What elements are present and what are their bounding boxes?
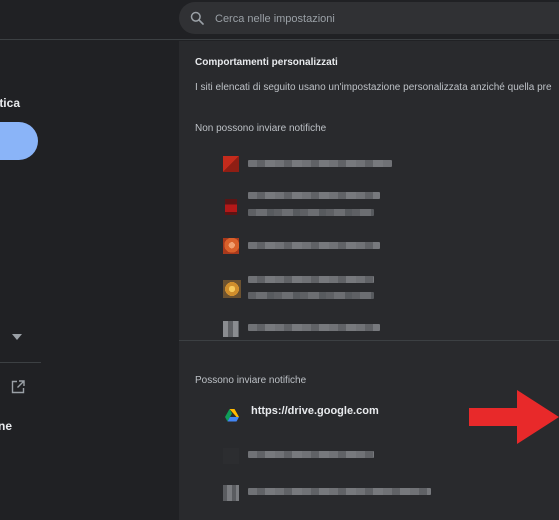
- google-drive-icon: [225, 409, 239, 422]
- search-icon: [190, 11, 204, 25]
- settings-card: Comportamenti personalizzati I siti elen…: [179, 41, 559, 520]
- sidebar: tica ne: [0, 41, 179, 520]
- blocked-site-row[interactable]: [195, 266, 559, 306]
- blocked-site-row[interactable]: [195, 142, 559, 182]
- blocked-site-row[interactable]: [195, 224, 559, 264]
- site-favicon-icon: [225, 199, 237, 215]
- site-url: [248, 488, 431, 495]
- section-divider: [179, 340, 559, 341]
- sidebar-item-label: tica: [0, 96, 20, 110]
- site-url: [248, 276, 374, 283]
- site-detail: [248, 209, 374, 216]
- site-favicon-icon: [223, 485, 239, 501]
- site-url: https://drive.google.com: [251, 405, 379, 417]
- site-url: [248, 451, 374, 458]
- site-url: [248, 192, 380, 199]
- search-box[interactable]: [179, 2, 559, 34]
- top-bar: [0, 0, 559, 40]
- blocked-site-row[interactable]: [195, 307, 559, 347]
- site-url: [248, 160, 392, 167]
- sidebar-item-label: ne: [0, 419, 13, 433]
- open-in-new-icon[interactable]: [11, 380, 25, 394]
- section-description: I siti elencati di seguito usano un'impo…: [195, 82, 552, 93]
- arrow-icon: [469, 390, 559, 444]
- sidebar-divider: [0, 362, 41, 363]
- chevron-down-icon[interactable]: [12, 334, 22, 340]
- site-favicon-icon: [223, 280, 241, 298]
- site-favicon-icon: [223, 156, 239, 172]
- site-favicon-icon: [223, 238, 239, 254]
- site-favicon-icon: [223, 448, 239, 464]
- sidebar-active-item[interactable]: [0, 122, 38, 160]
- site-url: [248, 324, 380, 331]
- allowed-site-row[interactable]: [195, 472, 559, 512]
- site-url: [248, 242, 380, 249]
- blocked-site-row[interactable]: [195, 183, 559, 223]
- blocked-sites-heading: Non possono inviare notifiche: [195, 123, 327, 134]
- site-favicon-icon: [223, 321, 239, 337]
- search-input[interactable]: [215, 10, 555, 28]
- site-detail: [248, 292, 374, 299]
- allowed-sites-heading: Possono inviare notifiche: [195, 375, 307, 386]
- section-title: Comportamenti personalizzati: [195, 57, 338, 68]
